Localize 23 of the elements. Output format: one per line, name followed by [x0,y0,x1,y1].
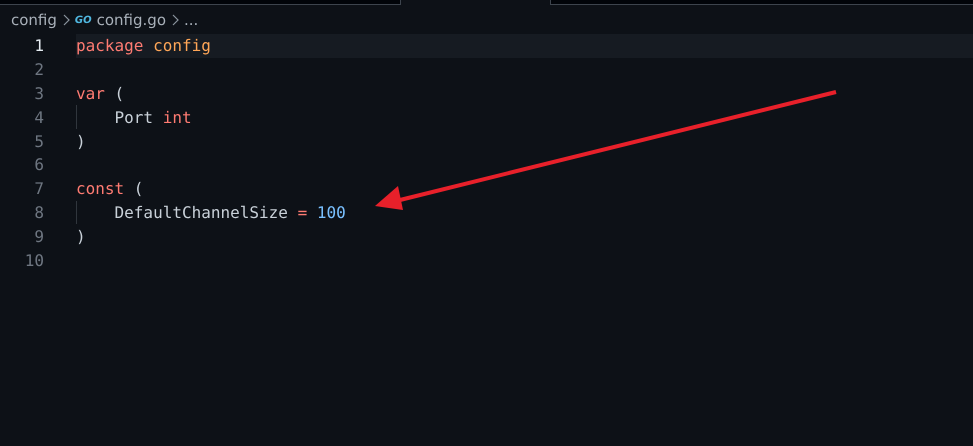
code-line: ) [76,132,86,151]
chevron-icon [171,14,179,26]
line-number: 7 [33,179,45,198]
line-number: 6 [33,155,45,174]
breadcrumb-item[interactable]: ... [184,11,198,29]
line-number: 10 [24,250,45,270]
line-number: 2 [33,60,45,80]
breadcrumb-item[interactable]: config [11,11,57,29]
line-number: 4 [33,108,45,127]
code-line: const ( [76,179,144,198]
code-line: Port int [114,108,192,127]
breadcrumb-item[interactable]: config.go [96,11,166,29]
code-line: DefaultChannelSize = 100 [114,202,346,222]
line-number: 3 [33,84,45,103]
line-number: 5 [33,132,45,151]
line-number: 8 [33,202,45,222]
chevron-icon [62,14,70,26]
code-line: var ( [76,84,124,103]
line-number: 9 [33,226,45,246]
line-number: 1 [33,36,45,56]
code-line: ) [76,226,86,246]
go-icon: GO [74,14,92,26]
code-line: package config [76,36,211,56]
